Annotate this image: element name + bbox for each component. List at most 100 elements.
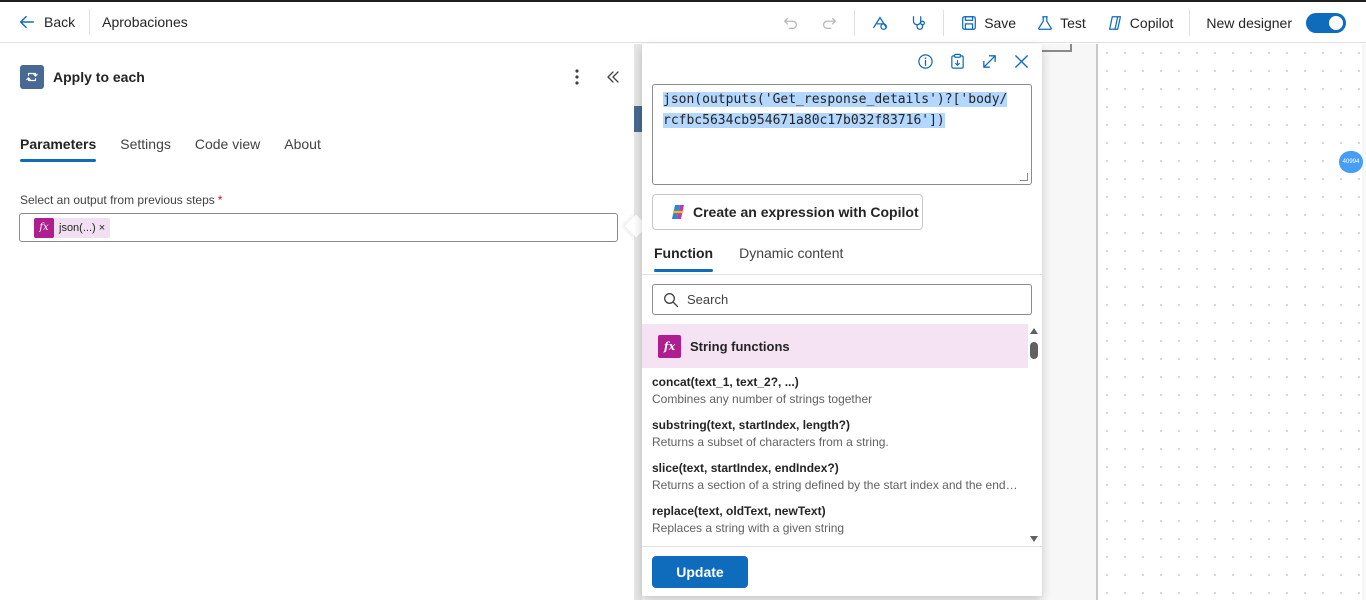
action-details-panel: Apply to each Parameters Settings Code v…	[0, 44, 634, 600]
info-icon	[917, 53, 933, 69]
fx-icon: fx	[658, 334, 681, 358]
function-signature: concat(text_1, text_2?, ...)	[652, 375, 799, 389]
expression-line-1: json(outputs('Get_response_details')?['b…	[663, 92, 1008, 107]
canvas-area	[1042, 44, 1096, 600]
tab-settings[interactable]: Settings	[120, 136, 171, 162]
top-bar: Back Aprobaciones Save Test Copilot New …	[0, 0, 1366, 43]
expand-icon	[982, 54, 996, 68]
tab-about[interactable]: About	[284, 136, 321, 162]
output-field-label-text: Select an output from previous steps	[20, 193, 215, 207]
test-label: Test	[1060, 14, 1086, 31]
fx-icon: fx	[34, 217, 54, 238]
panel-tabs: Parameters Settings Code view About	[20, 136, 321, 162]
stethoscope-icon	[913, 15, 926, 30]
stethoscope-button[interactable]	[899, 2, 937, 43]
flow-checker-button[interactable]	[861, 2, 899, 43]
scroll-up-icon[interactable]	[1030, 328, 1038, 334]
tab-parameters[interactable]: Parameters	[20, 136, 97, 162]
function-group-label: String functions	[690, 338, 790, 354]
toggle-switch[interactable]	[1306, 12, 1346, 33]
create-expression-copilot-button[interactable]: Create an expression with Copilot	[652, 194, 923, 230]
divider	[943, 9, 945, 36]
divider	[642, 546, 1042, 547]
function-group-header[interactable]: fx String functions	[642, 324, 1028, 368]
tab-dynamic-content[interactable]: Dynamic content	[739, 245, 843, 272]
function-list: fx String functions concat(text_1, text_…	[642, 324, 1028, 546]
create-expression-label: Create an expression with Copilot	[693, 204, 919, 220]
arrow-left-icon	[19, 15, 35, 29]
expression-line-2: rcfbc5634cb954671a80c17b032f83716'])	[663, 113, 945, 128]
flow-checker-icon	[873, 15, 888, 30]
close-button[interactable]	[1012, 52, 1030, 70]
copilot-button[interactable]: Copilot	[1096, 2, 1184, 43]
function-item-substring[interactable]: substring(text, startIndex, length?) Ret…	[642, 411, 1028, 454]
redo-icon	[823, 17, 837, 29]
action-title: Apply to each	[53, 69, 145, 85]
function-search[interactable]	[652, 284, 1032, 315]
toolbar: Save Test Copilot New designer	[772, 2, 1356, 43]
flow-name: Aprobaciones	[102, 14, 188, 30]
canvas-node-header	[634, 106, 642, 132]
new-designer-toggle[interactable]: New designer	[1196, 2, 1356, 43]
test-button[interactable]: Test	[1026, 2, 1096, 43]
info-button[interactable]	[916, 52, 934, 70]
new-designer-label: New designer	[1206, 14, 1292, 31]
chevron-double-left-icon	[607, 71, 619, 83]
divider	[642, 274, 1042, 275]
copilot-icon	[1108, 15, 1121, 30]
function-description: Combines any number of strings together	[652, 392, 873, 406]
expression-editor-popover: json(outputs('Get_response_details')?['b…	[642, 44, 1042, 596]
divider	[1189, 9, 1191, 36]
canvas-grid[interactable]	[1096, 44, 1362, 600]
back-label: Back	[44, 14, 76, 30]
function-item-replace[interactable]: replace(text, oldText, newText) Replaces…	[642, 497, 1028, 540]
output-field-label: Select an output from previous steps *	[20, 193, 222, 207]
close-icon	[1014, 54, 1028, 68]
function-description: Returns a section of a string defined by…	[652, 478, 1018, 492]
divider	[854, 9, 856, 36]
function-item-slice[interactable]: slice(text, startIndex, endIndex?) Retur…	[642, 454, 1028, 497]
copilot-color-icon	[672, 205, 684, 219]
function-item-concat[interactable]: concat(text_1, text_2?, ...) Combines an…	[642, 368, 1028, 411]
undo-button[interactable]	[772, 2, 810, 43]
clipboard-button[interactable]	[948, 52, 966, 70]
save-icon	[962, 15, 977, 30]
tab-function[interactable]: Function	[654, 245, 714, 272]
update-button[interactable]: Update	[652, 556, 748, 588]
more-vertical-icon	[575, 69, 579, 85]
more-options-button[interactable]	[568, 66, 586, 88]
function-list-scrollbar[interactable]	[1028, 324, 1040, 546]
flask-icon	[1038, 15, 1053, 30]
save-label: Save	[984, 14, 1017, 31]
save-button[interactable]: Save	[950, 2, 1026, 43]
expression-input[interactable]: json(outputs('Get_response_details')?['b…	[652, 84, 1032, 185]
function-description: Replaces a string with a given string	[652, 521, 845, 535]
function-signature: substring(text, startIndex, length?)	[652, 418, 851, 432]
required-mark: *	[217, 193, 223, 207]
loop-icon	[20, 65, 44, 89]
token-remove-button[interactable]: ×	[99, 222, 110, 234]
function-signature: slice(text, startIndex, endIndex?)	[652, 461, 839, 475]
undo-icon	[784, 17, 798, 29]
expression-tabs: Function Dynamic content	[654, 245, 843, 272]
clipboard-icon	[950, 53, 964, 69]
popover-actions	[916, 52, 1030, 70]
search-icon	[664, 292, 679, 307]
canvas-badge[interactable]: 40994	[1339, 151, 1363, 173]
scroll-down-icon[interactable]	[1030, 536, 1038, 542]
function-description: Returns a subset of characters from a st…	[652, 435, 889, 449]
expand-button[interactable]	[980, 52, 998, 70]
scroll-thumb[interactable]	[1030, 342, 1038, 359]
collapse-panel-button[interactable]	[603, 66, 623, 88]
function-signature: replace(text, oldText, newText)	[652, 504, 826, 518]
output-field[interactable]: fx json(...) ×	[19, 213, 618, 242]
canvas-connector	[1042, 50, 1072, 52]
expression-token[interactable]: fx json(...) ×	[34, 217, 111, 238]
copilot-label: Copilot	[1129, 14, 1174, 31]
back-button[interactable]: Back	[0, 2, 89, 42]
resize-handle[interactable]	[1020, 173, 1028, 181]
tab-code-view[interactable]: Code view	[195, 136, 260, 162]
search-input[interactable]	[687, 292, 1007, 307]
redo-button[interactable]	[810, 2, 848, 43]
token-label: json(...)	[59, 221, 96, 234]
